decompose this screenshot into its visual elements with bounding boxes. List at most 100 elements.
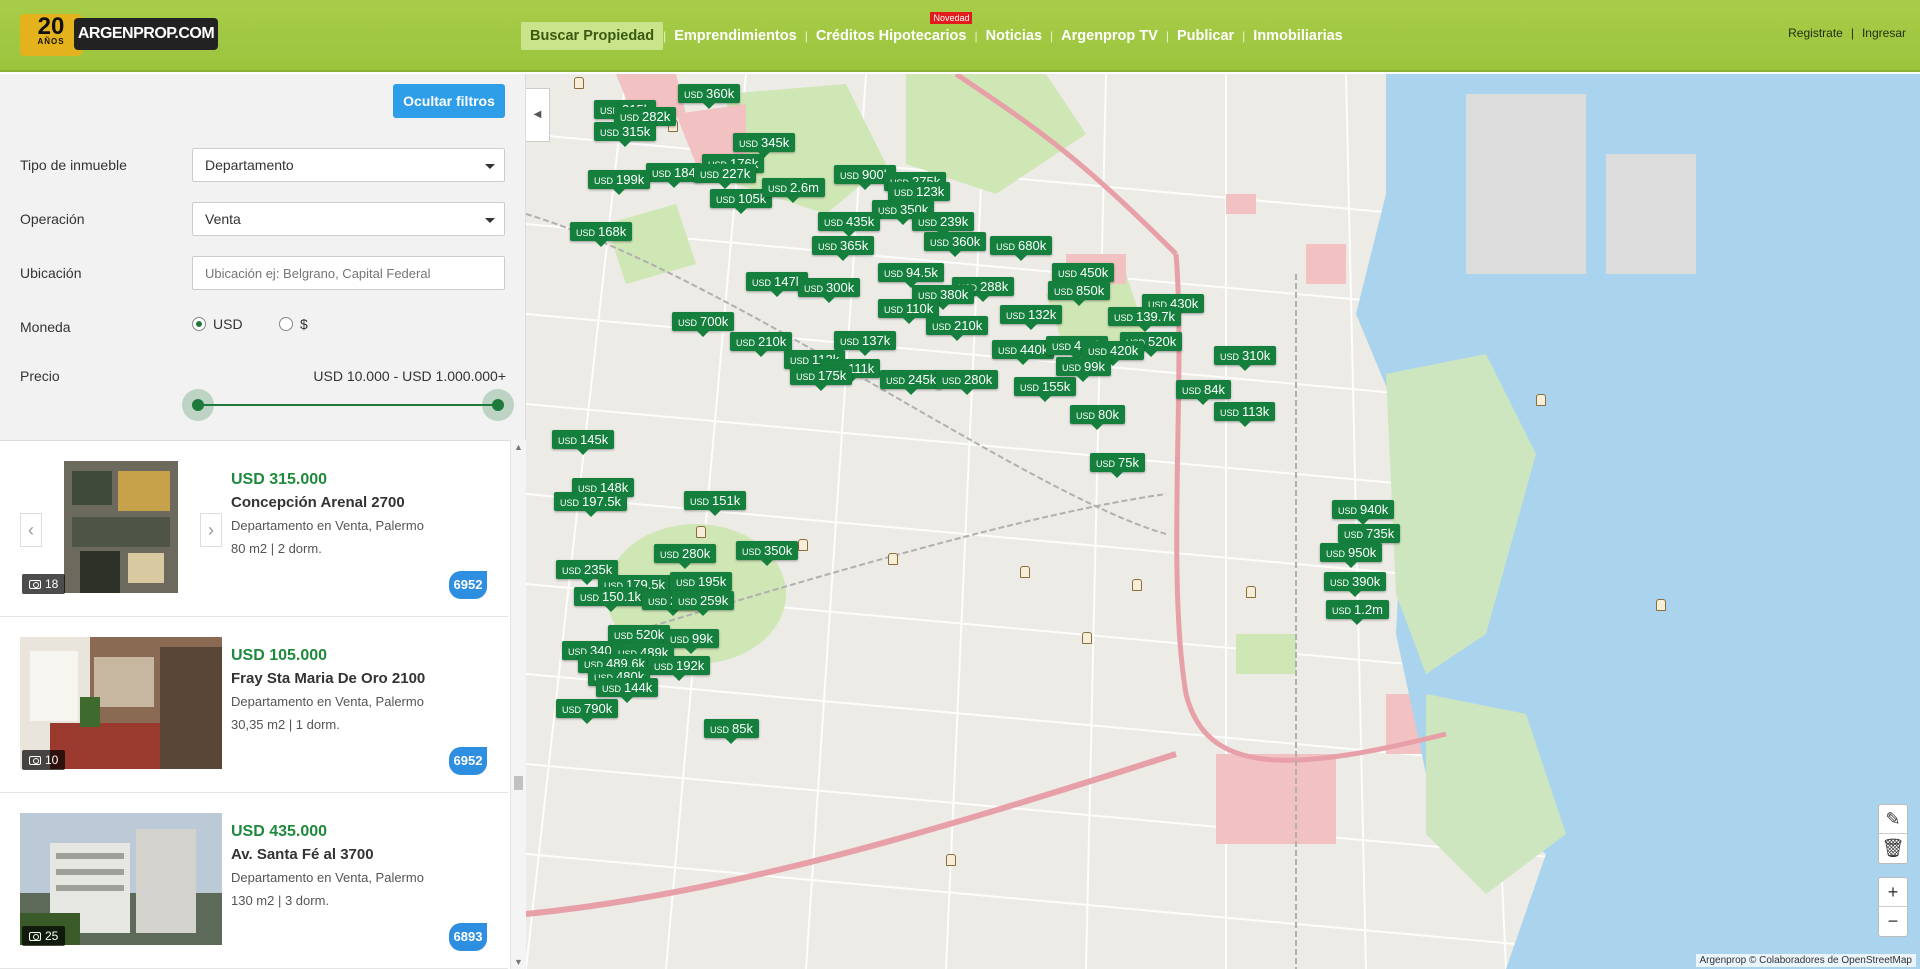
agency-badge[interactable]: 6893 (449, 923, 487, 951)
scrollbar-thumb[interactable] (514, 776, 523, 790)
price-pin[interactable]: USD 151k (684, 491, 747, 516)
price-pin[interactable]: USD 75k (1090, 453, 1145, 478)
price-pin-value: 245k (908, 372, 937, 387)
price-pin[interactable]: USD315k (594, 122, 657, 147)
price-pin[interactable]: USD 123k (888, 182, 951, 207)
price-pin[interactable]: USD 950k (1320, 543, 1383, 568)
price-pin[interactable]: USD 435k (818, 212, 881, 237)
operacion-select[interactable]: Venta (192, 202, 505, 236)
price-pin[interactable]: USD 195k (670, 572, 733, 597)
scroll-up-icon[interactable]: ▲ (511, 442, 526, 452)
price-slider-max-handle[interactable] (482, 389, 514, 421)
photo-prev-button[interactable]: ‹ (20, 513, 42, 547)
price-pin[interactable]: USD 99k (1056, 357, 1111, 382)
moneda-radio-usd[interactable]: USD (192, 316, 243, 332)
price-pin-value: 139.7k (1136, 309, 1176, 324)
price-pin[interactable]: USD 310k (1214, 346, 1277, 371)
listing-price[interactable]: USD 315.000 (231, 471, 327, 489)
listings-scrollbar[interactable]: ▲ ▼ (510, 440, 526, 969)
zoom-out-button[interactable]: − (1879, 907, 1907, 936)
price-pin[interactable]: USD 175k (790, 366, 853, 391)
nav-creditos-hipotecarios[interactable]: Créditos Hipotecarios Novedad (808, 12, 975, 44)
price-pin[interactable]: USD 1.2m (1326, 600, 1389, 625)
moneda-usd-label: USD (213, 316, 243, 332)
price-pin[interactable]: USD 259k (672, 591, 735, 616)
price-pin[interactable]: USD 680k (990, 236, 1053, 261)
scroll-down-icon[interactable]: ▼ (511, 957, 526, 967)
login-link[interactable]: Ingresar (1862, 26, 1906, 40)
nav-buscar-propiedad[interactable]: Buscar Propiedad (521, 22, 664, 50)
price-pin[interactable]: USD 239k (912, 212, 975, 237)
nav-noticias[interactable]: Noticias (978, 28, 1050, 44)
price-pin[interactable]: USD 245k (880, 370, 943, 395)
listing-address[interactable]: Concepción Arenal 2700 (231, 494, 405, 511)
collapse-sidebar-button[interactable]: ◀ (526, 88, 550, 142)
pencil-icon[interactable]: ✎ (1879, 805, 1907, 834)
moneda-radio-peso[interactable]: $ (279, 316, 308, 332)
zoom-in-button[interactable]: + (1879, 878, 1907, 907)
price-pin[interactable]: USD 345k (733, 133, 796, 158)
price-pin[interactable]: USD 210k (730, 332, 793, 357)
results-map[interactable]: ◀ USD360kUSD315kUSD282kUSD315kUSD345kUSD… (526, 74, 1920, 969)
listing-address[interactable]: Fray Sta Maria De Oro 2100 (231, 670, 425, 687)
agency-badge[interactable]: 6952 (449, 747, 487, 775)
price-pin[interactable]: USD 735k (1338, 524, 1401, 549)
listing-price[interactable]: USD 435.000 (231, 823, 327, 841)
price-pin-value: 210k (758, 334, 787, 349)
price-pin[interactable]: USD 360k (678, 84, 741, 109)
register-link[interactable]: Registrate (1788, 26, 1843, 40)
price-pin[interactable]: USD 450k (1052, 263, 1115, 288)
nav-publicar[interactable]: Publicar (1169, 28, 1242, 44)
price-pin[interactable]: USD 440k (992, 340, 1055, 365)
price-pin[interactable]: USD 300k (798, 278, 861, 303)
price-pin[interactable]: USD 390k (1324, 572, 1387, 597)
price-slider-min-handle[interactable] (182, 389, 214, 421)
price-pin-currency: USD (894, 188, 914, 198)
price-slider-track[interactable] (198, 404, 498, 406)
price-pin[interactable]: USD 145k (552, 430, 615, 455)
hide-filters-button[interactable]: Ocultar filtros (393, 84, 505, 118)
price-pin[interactable]: USD 210k (926, 316, 989, 341)
price-pin[interactable]: USD 365k (812, 236, 875, 261)
listing-card[interactable]: 25 USD 435.000 Av. Santa Fé al 3700 Depa… (0, 793, 508, 969)
price-pin[interactable]: USD 197.5k (554, 492, 628, 517)
price-pin[interactable]: USD 137k (834, 331, 897, 356)
price-pin[interactable]: USD 700k (672, 312, 735, 337)
ubicacion-input[interactable] (192, 256, 505, 290)
price-pin[interactable]: USD 144k (596, 678, 659, 703)
price-pin[interactable]: USD 192k (648, 656, 711, 681)
price-pin[interactable]: USD 113k (1214, 402, 1276, 427)
trash-icon[interactable]: 🗑 (1879, 834, 1907, 863)
nav-emprendimientos[interactable]: Emprendimientos (666, 28, 804, 44)
price-pin[interactable]: USD 360k (924, 232, 987, 257)
price-pin[interactable]: USD 227k (694, 164, 757, 189)
price-pin[interactable]: USD 132k (1000, 305, 1063, 330)
price-pin[interactable]: USD 2.6m (762, 178, 825, 203)
listing-card[interactable]: ‹ › 18 USD 315.000 Concepción Arenal 270… (0, 441, 508, 617)
price-pin[interactable]: USD 150.1k (574, 587, 648, 612)
price-pin[interactable]: USD 168k (570, 222, 633, 247)
price-pin[interactable]: USD 280k (936, 370, 999, 395)
listing-card[interactable]: 10 USD 105.000 Fray Sta Maria De Oro 210… (0, 617, 508, 793)
price-pin[interactable]: USD 139.7k (1108, 307, 1182, 332)
agency-badge[interactable]: 6952 (449, 571, 487, 599)
camera-icon (29, 931, 41, 941)
price-pin[interactable]: USD 350k (736, 541, 799, 566)
price-pin[interactable]: USD 155k (1014, 377, 1077, 402)
price-pin[interactable]: USD 85k (704, 719, 759, 744)
price-pin[interactable]: USD 280k (654, 544, 717, 569)
price-pin[interactable]: USD 940k (1332, 500, 1395, 525)
price-pin[interactable]: USD 84k (1176, 380, 1231, 405)
nav-argenprop-tv[interactable]: Argenprop TV (1053, 28, 1166, 44)
price-pin[interactable]: USD 790k (556, 699, 619, 724)
price-pin[interactable]: USD 850k (1048, 281, 1111, 306)
argenprop-logo[interactable]: 20 AÑOS ARGENPROP.COM (20, 14, 218, 56)
price-pin[interactable]: USD 94.5k (878, 263, 944, 288)
listing-address[interactable]: Av. Santa Fé al 3700 (231, 846, 374, 863)
price-pin[interactable]: USD 199k (588, 170, 651, 195)
nav-inmobiliarias[interactable]: Inmobiliarias (1245, 28, 1350, 44)
tipo-select[interactable]: Departamento (192, 148, 505, 182)
photo-next-button[interactable]: › (200, 513, 222, 547)
listing-price[interactable]: USD 105.000 (231, 647, 327, 665)
price-pin[interactable]: USD 80k (1070, 405, 1125, 430)
